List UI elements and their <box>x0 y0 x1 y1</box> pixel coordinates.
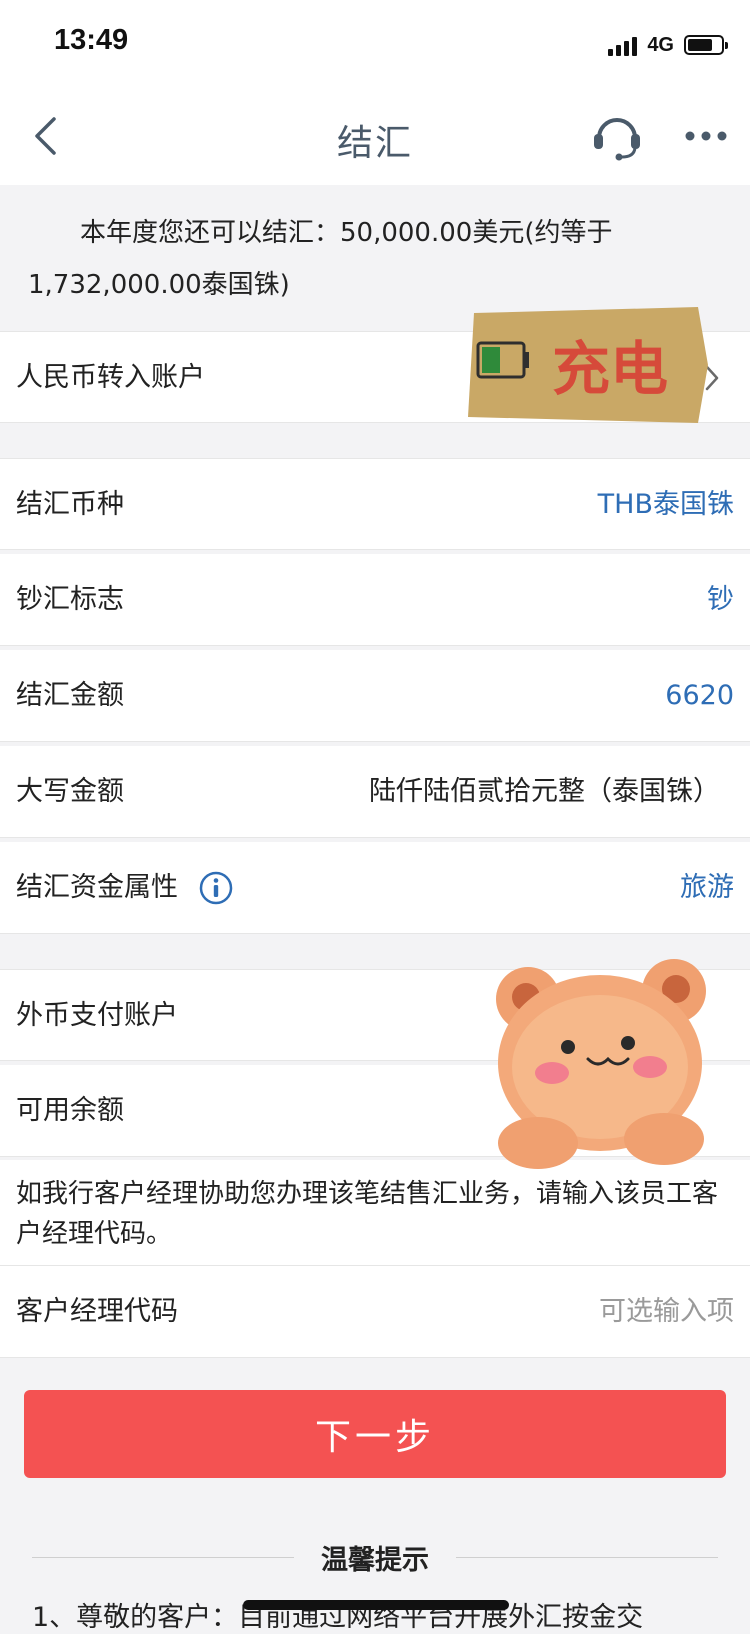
status-indicators: 4G <box>608 30 728 60</box>
tips-title: 温馨提示 <box>321 1545 429 1576</box>
amount-input[interactable]: 6620 <box>665 650 734 742</box>
home-indicator <box>243 1600 509 1610</box>
cash-flag-label: 钞汇标志 <box>16 584 124 615</box>
status-time: 13:49 <box>54 24 129 56</box>
amount-words-row: 大写金额 陆仟陆佰贰拾元整（泰国铢） <box>0 746 750 838</box>
currency-row[interactable]: 结汇币种 THB泰国铢 <box>0 458 750 550</box>
quota-text: 本年度您还可以结汇：50,000.00美元(约等于1,732,000.00泰国铢… <box>28 218 613 300</box>
more-horizontal-icon[interactable] <box>684 130 728 142</box>
manager-code-label: 客户经理代码 <box>16 1296 178 1327</box>
cash-flag-row[interactable]: 钞汇标志 钞 <box>0 554 750 646</box>
info-icon[interactable] <box>198 870 234 906</box>
amount-label: 结汇金额 <box>16 680 124 711</box>
teddy-bear-sticker <box>496 959 706 1169</box>
rmb-account-label: 人民币转入账户 <box>16 362 205 393</box>
amount-words-value: 陆仟陆佰贰拾元整（泰国铢） <box>369 776 720 807</box>
fund-purpose-row[interactable]: 结汇资金属性 旅游 <box>0 842 750 934</box>
charge-sticker-text: 充电 <box>552 335 668 403</box>
amount-words-label: 大写金额 <box>16 776 124 807</box>
nav-bar: 结汇 <box>0 88 750 186</box>
status-bar: 13:49 4G <box>0 0 750 88</box>
network-type: 4G <box>647 33 674 56</box>
amount-row[interactable]: 结汇金额 6620 <box>0 650 750 742</box>
fund-purpose-value[interactable]: 旅游 <box>680 842 734 934</box>
cash-flag-value[interactable]: 钞 <box>707 554 734 646</box>
currency-value[interactable]: THB泰国铢 <box>598 459 734 551</box>
payment-account-label: 外币支付账户 <box>16 1000 178 1031</box>
manager-code-row[interactable]: 客户经理代码 可选输入项 <box>0 1266 750 1358</box>
balance-label: 可用余额 <box>16 1095 124 1126</box>
manager-note: 如我行客户经理协助您办理该笔结售汇业务，请输入该员工客户经理代码。 <box>0 1160 750 1266</box>
headset-icon[interactable] <box>592 110 642 162</box>
battery-icon <box>684 35 728 55</box>
manager-code-input[interactable]: 可选输入项 <box>599 1266 734 1358</box>
fund-purpose-label: 结汇资金属性 <box>16 872 178 903</box>
charge-sticker: 充电 <box>468 307 708 423</box>
manager-note-text: 如我行客户经理协助您办理该笔结售汇业务，请输入该员工客户经理代码。 <box>16 1179 719 1249</box>
signal-icon <box>608 34 638 56</box>
next-step-button[interactable]: 下一步 <box>24 1390 726 1478</box>
currency-label: 结汇币种 <box>16 489 124 520</box>
